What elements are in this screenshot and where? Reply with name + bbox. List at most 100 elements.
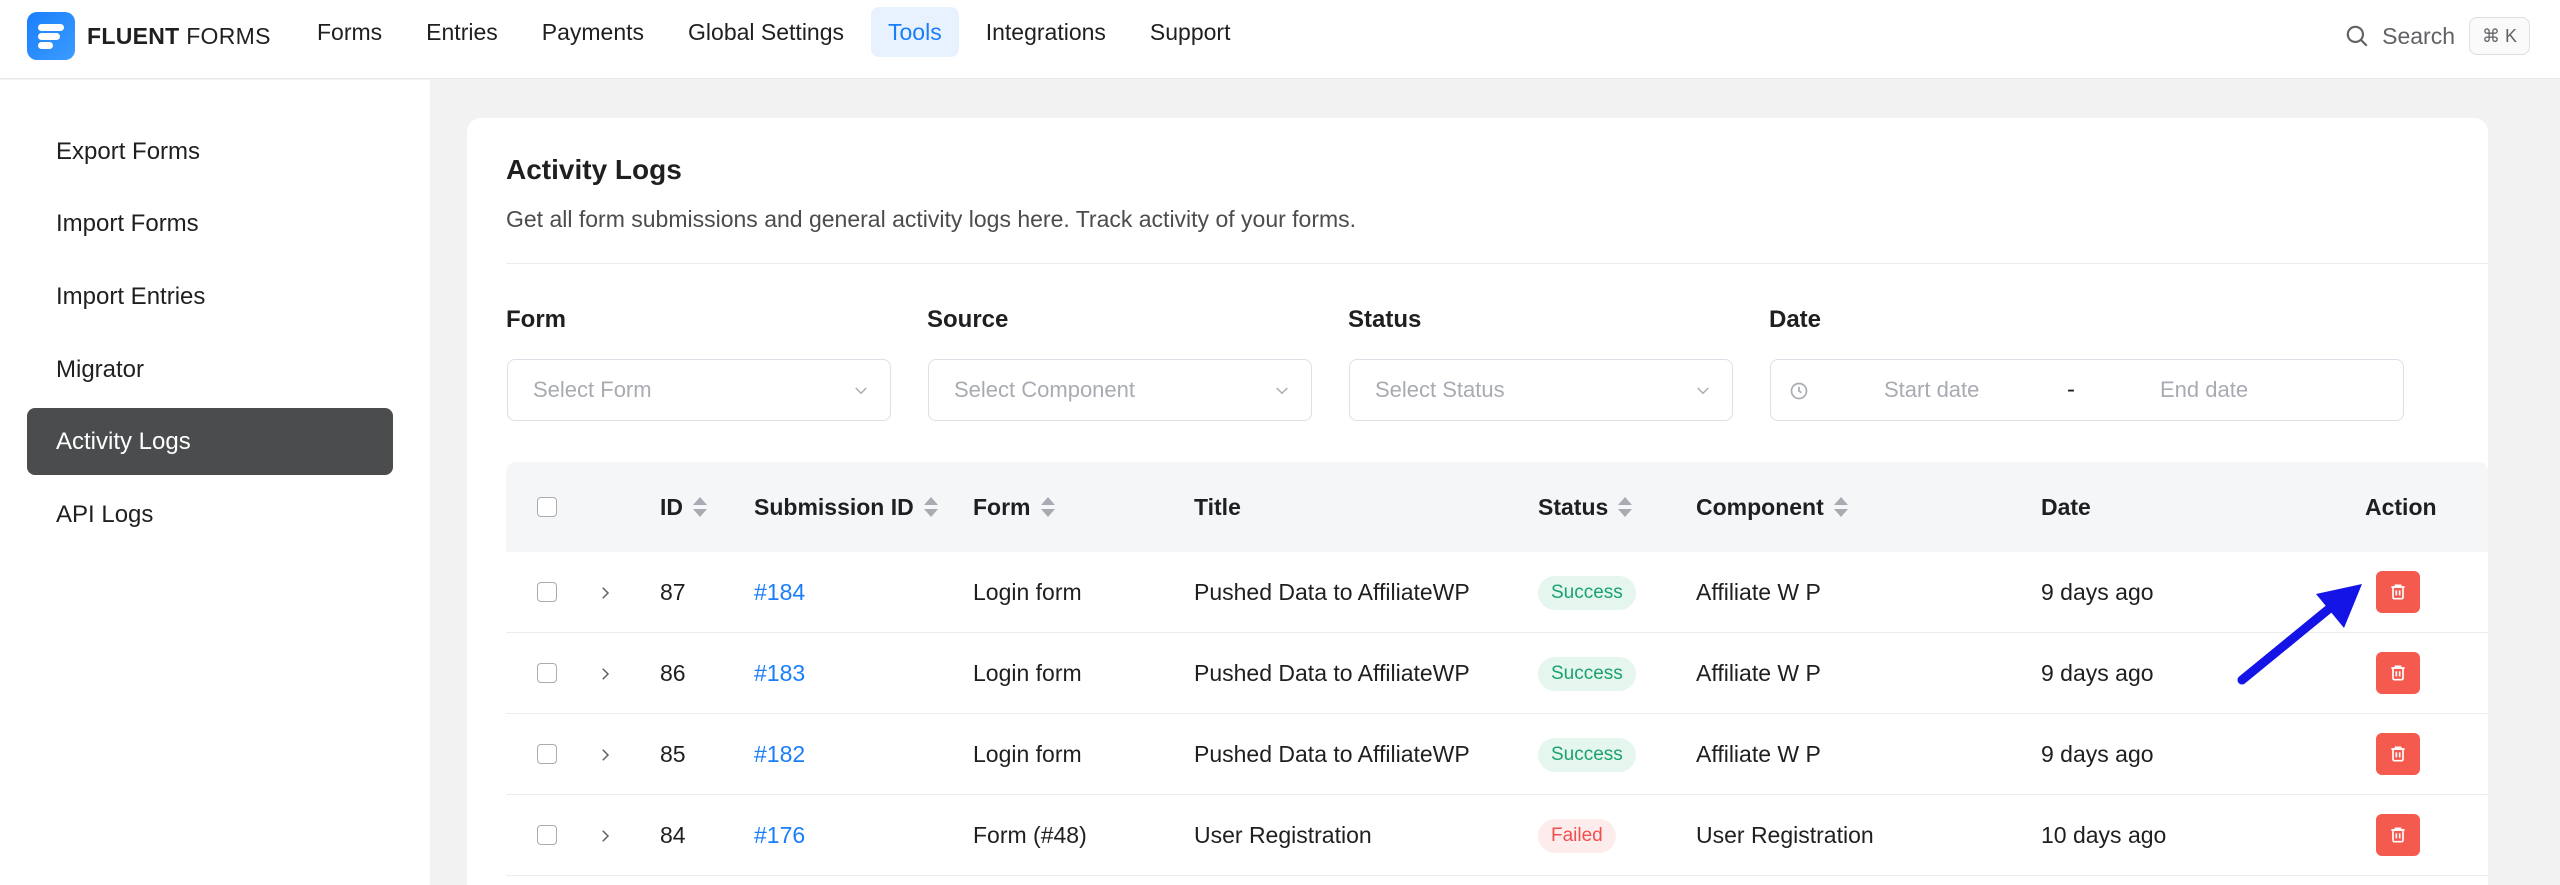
trash-icon: [2391, 665, 2405, 681]
status-badge: Success: [1538, 576, 1636, 610]
sidebar-item-export-forms[interactable]: Export Forms: [27, 118, 393, 185]
filter-label-source: Source: [927, 306, 1009, 333]
brand-logo[interactable]: FLUENT FORMS: [27, 12, 271, 60]
search-label: Search: [2382, 22, 2455, 49]
table-row: 86 #183 Login form Pushed Data to Affili…: [506, 633, 2488, 714]
sidebar-item-import-entries[interactable]: Import Entries: [27, 263, 393, 330]
table-row: 87 #184 Login form Pushed Data to Affili…: [506, 552, 2488, 633]
nav-global-settings[interactable]: Global Settings: [671, 7, 861, 57]
row-id: 86: [660, 660, 686, 686]
sort-icon[interactable]: [1040, 497, 1055, 517]
brand-name: FLUENT FORMS: [87, 22, 271, 49]
column-header-submission-id[interactable]: Submission ID: [754, 462, 938, 552]
row-title: Pushed Data to AffiliateWP: [1194, 579, 1470, 605]
column-header-id[interactable]: ID: [660, 462, 707, 552]
chevron-right-icon[interactable]: [596, 746, 614, 764]
sidebar-item-import-forms[interactable]: Import Forms: [27, 190, 393, 257]
delete-button[interactable]: [2376, 571, 2420, 613]
row-checkbox[interactable]: [537, 825, 557, 845]
nav-entries[interactable]: Entries: [409, 7, 515, 57]
source-select[interactable]: Select Component: [928, 359, 1312, 421]
column-header-date: Date: [2041, 494, 2091, 520]
search-icon: [2346, 25, 2368, 47]
submission-link[interactable]: #182: [754, 714, 805, 795]
row-form: Form (#48): [973, 822, 1087, 848]
submission-link[interactable]: #183: [754, 633, 805, 714]
form-select[interactable]: Select Form: [507, 359, 891, 421]
nav-support[interactable]: Support: [1133, 7, 1248, 57]
end-date-input[interactable]: End date: [2160, 360, 2248, 420]
delete-button[interactable]: [2376, 733, 2420, 775]
source-select-placeholder: Select Component: [954, 377, 1135, 402]
select-all-checkbox[interactable]: [537, 497, 557, 517]
chevron-right-icon[interactable]: [596, 827, 614, 845]
nav-payments[interactable]: Payments: [525, 7, 661, 57]
submission-link[interactable]: #184: [754, 552, 805, 633]
search-button[interactable]: Search ⌘ K: [2344, 14, 2530, 58]
sidebar-item-activity-logs[interactable]: Activity Logs: [27, 408, 393, 475]
annotation-arrow-icon: [2237, 584, 2362, 685]
trash-icon: [2391, 827, 2405, 843]
row-checkbox[interactable]: [537, 582, 557, 602]
row-form: Login form: [973, 741, 1082, 767]
filter-label-date: Date: [1769, 306, 1822, 333]
delete-button[interactable]: [2376, 814, 2420, 856]
row-id: 84: [660, 822, 686, 848]
row-component: Affiliate W P: [1696, 579, 1821, 605]
status-badge: Success: [1538, 738, 1636, 772]
nav-tools[interactable]: Tools: [871, 7, 959, 57]
fluent-forms-logo-icon: [27, 12, 75, 60]
activity-logs-card: Activity Logs Get all form submissions a…: [467, 118, 2488, 885]
date-separator: -: [2067, 376, 2075, 403]
column-header-component[interactable]: Component: [1696, 462, 1848, 552]
top-bar: FLUENT FORMS Forms Entries Payments Glob…: [0, 0, 2560, 79]
sort-icon[interactable]: [1833, 497, 1848, 517]
row-date: 10 days ago: [2041, 822, 2167, 848]
column-header-action: Action: [2365, 494, 2437, 520]
divider: [506, 263, 2488, 264]
tools-sidebar: Export Forms Import Forms Import Entries…: [0, 80, 430, 885]
date-range-picker[interactable]: Start date - End date: [1770, 359, 2404, 421]
nav-integrations[interactable]: Integrations: [969, 7, 1123, 57]
nav-forms[interactable]: Forms: [300, 7, 399, 57]
start-date-input[interactable]: Start date: [1884, 360, 1979, 420]
activity-logs-table: ID Submission ID Form Title Status Compo…: [506, 462, 2488, 876]
sidebar-item-api-logs[interactable]: API Logs: [27, 481, 393, 548]
row-title: Pushed Data to AffiliateWP: [1194, 741, 1470, 767]
chevron-right-icon[interactable]: [596, 584, 614, 602]
row-date: 9 days ago: [2041, 579, 2154, 605]
row-form: Login form: [973, 660, 1082, 686]
row-title: Pushed Data to AffiliateWP: [1194, 660, 1470, 686]
form-select-placeholder: Select Form: [533, 377, 652, 402]
page-description: Get all form submissions and general act…: [506, 206, 1357, 232]
row-component: User Registration: [1696, 822, 1874, 848]
column-header-form[interactable]: Form: [973, 462, 1055, 552]
sidebar-item-migrator[interactable]: Migrator: [27, 336, 393, 403]
status-badge: Failed: [1538, 819, 1616, 853]
row-form: Login form: [973, 579, 1082, 605]
column-header-status[interactable]: Status: [1538, 462, 1633, 552]
submission-link[interactable]: #176: [754, 795, 805, 876]
sort-icon[interactable]: [693, 497, 707, 517]
row-checkbox[interactable]: [537, 663, 557, 683]
row-component: Affiliate W P: [1696, 741, 1821, 767]
status-badge: Success: [1538, 657, 1636, 691]
row-id: 87: [660, 579, 686, 605]
chevron-down-icon: [1697, 387, 1709, 395]
status-select[interactable]: Select Status: [1349, 359, 1733, 421]
table-row: 84 #176 Form (#48) User Registration Fai…: [506, 795, 2488, 876]
main-nav: Forms Entries Payments Global Settings T…: [300, 7, 1257, 57]
sort-icon[interactable]: [1618, 497, 1633, 517]
delete-button[interactable]: [2376, 652, 2420, 694]
row-checkbox[interactable]: [537, 744, 557, 764]
column-header-title: Title: [1194, 494, 1241, 520]
table-header: ID Submission ID Form Title Status Compo…: [506, 462, 2488, 552]
filter-label-status: Status: [1348, 306, 1422, 333]
chevron-right-icon[interactable]: [596, 665, 614, 683]
sort-icon[interactable]: [923, 497, 938, 517]
table-row: 85 #182 Login form Pushed Data to Affili…: [506, 714, 2488, 795]
page-title: Activity Logs: [506, 154, 682, 185]
search-shortcut: ⌘ K: [2468, 17, 2530, 55]
chevron-down-icon: [855, 387, 867, 395]
clock-icon: [1790, 382, 1808, 400]
